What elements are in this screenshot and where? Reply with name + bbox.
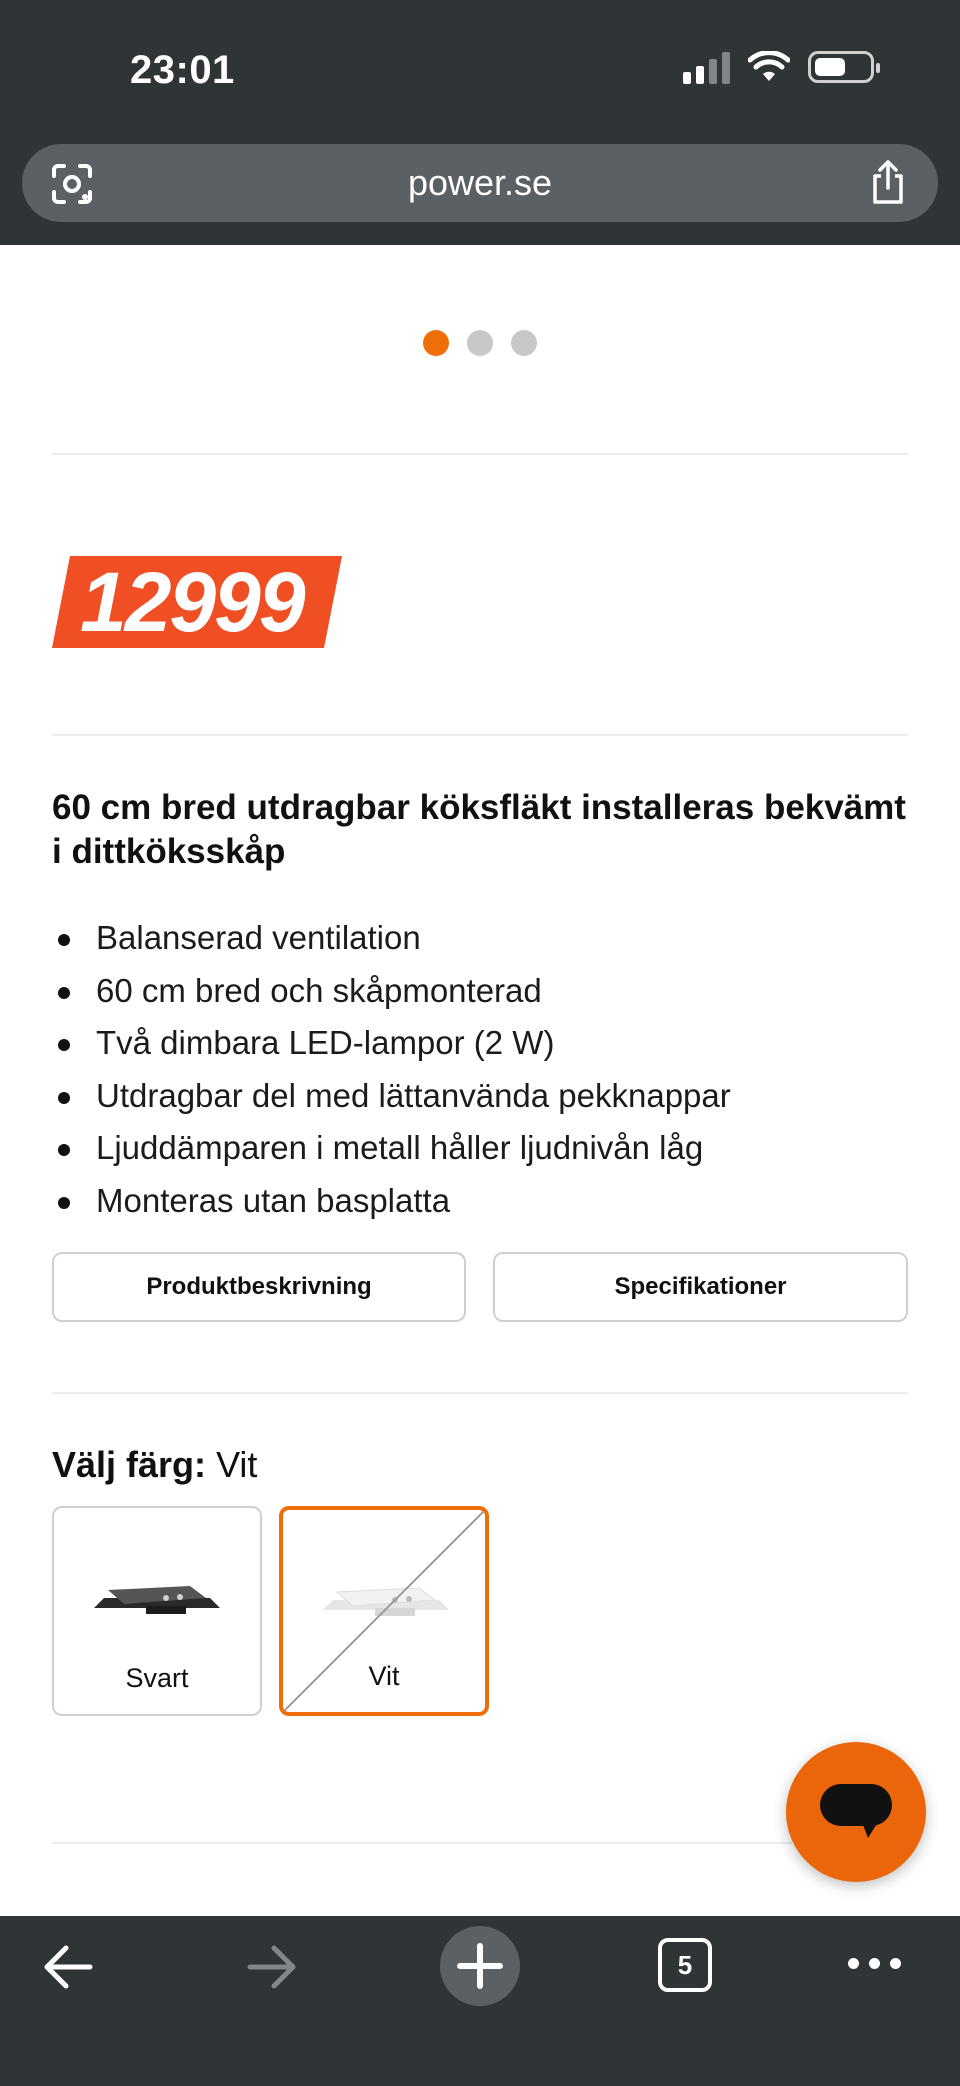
feature-item: Två dimbara LED-lampor (2 W) xyxy=(52,1017,912,1070)
specifications-button[interactable]: Specifikationer xyxy=(493,1252,908,1322)
carousel-dot[interactable] xyxy=(511,330,537,356)
price-badge: 12999 xyxy=(52,556,342,648)
feature-item: Balanserad ventilation xyxy=(52,912,912,965)
feature-list: Balanserad ventilation 60 cm bred och sk… xyxy=(52,912,912,1227)
color-option-name: Svart xyxy=(125,1663,189,1693)
carousel-dots xyxy=(0,330,960,356)
color-option-black[interactable]: Svart xyxy=(52,1506,262,1716)
signal-icon xyxy=(683,50,730,84)
price: 12999 xyxy=(80,555,306,649)
color-picker-label: Välj färg: Vit xyxy=(52,1444,257,1486)
color-label-text: Välj färg: xyxy=(52,1444,207,1485)
product-title: 60 cm bred utdragbar köksfläkt installer… xyxy=(52,788,906,871)
chat-button[interactable] xyxy=(786,1742,926,1882)
back-arrow-icon[interactable] xyxy=(42,1944,94,1990)
browser-top-chrome: 23:01 power.se xyxy=(0,0,960,245)
share-icon[interactable] xyxy=(868,158,908,206)
browser-toolbar: 5 xyxy=(0,1916,960,2086)
divider xyxy=(52,1392,908,1394)
address-bar[interactable]: power.se xyxy=(22,144,938,222)
battery-icon xyxy=(808,51,880,83)
wifi-icon xyxy=(748,51,790,81)
forward-arrow-icon[interactable] xyxy=(246,1944,298,1990)
status-time: 23:01 xyxy=(130,48,235,92)
color-option-name: Vit xyxy=(368,1661,400,1691)
plus-icon xyxy=(457,1943,503,1989)
hood-black-image xyxy=(94,1586,220,1614)
status-icons xyxy=(683,50,880,84)
color-option-white[interactable]: Vit xyxy=(279,1506,489,1716)
new-tab-button[interactable] xyxy=(440,1926,520,2006)
feature-item: Utdragbar del med lättanvända pekknappar xyxy=(52,1070,912,1123)
divider xyxy=(52,1842,792,1844)
divider xyxy=(52,734,908,736)
feature-item: Ljuddämparen i metall håller ljudnivån l… xyxy=(52,1122,912,1175)
feature-item: Monteras utan basplatta xyxy=(52,1175,912,1228)
carousel-dot[interactable] xyxy=(423,330,449,356)
carousel-dot[interactable] xyxy=(467,330,493,356)
chat-icon xyxy=(820,1784,892,1838)
more-icon[interactable] xyxy=(848,1958,901,1969)
tabs-button[interactable]: 5 xyxy=(658,1938,712,1992)
selected-color: Vit xyxy=(216,1444,258,1485)
divider xyxy=(52,453,908,455)
url-text[interactable]: power.se xyxy=(22,162,938,204)
product-description-button[interactable]: Produktbeskrivning xyxy=(52,1252,466,1322)
feature-item: 60 cm bred och skåpmonterad xyxy=(52,965,912,1018)
